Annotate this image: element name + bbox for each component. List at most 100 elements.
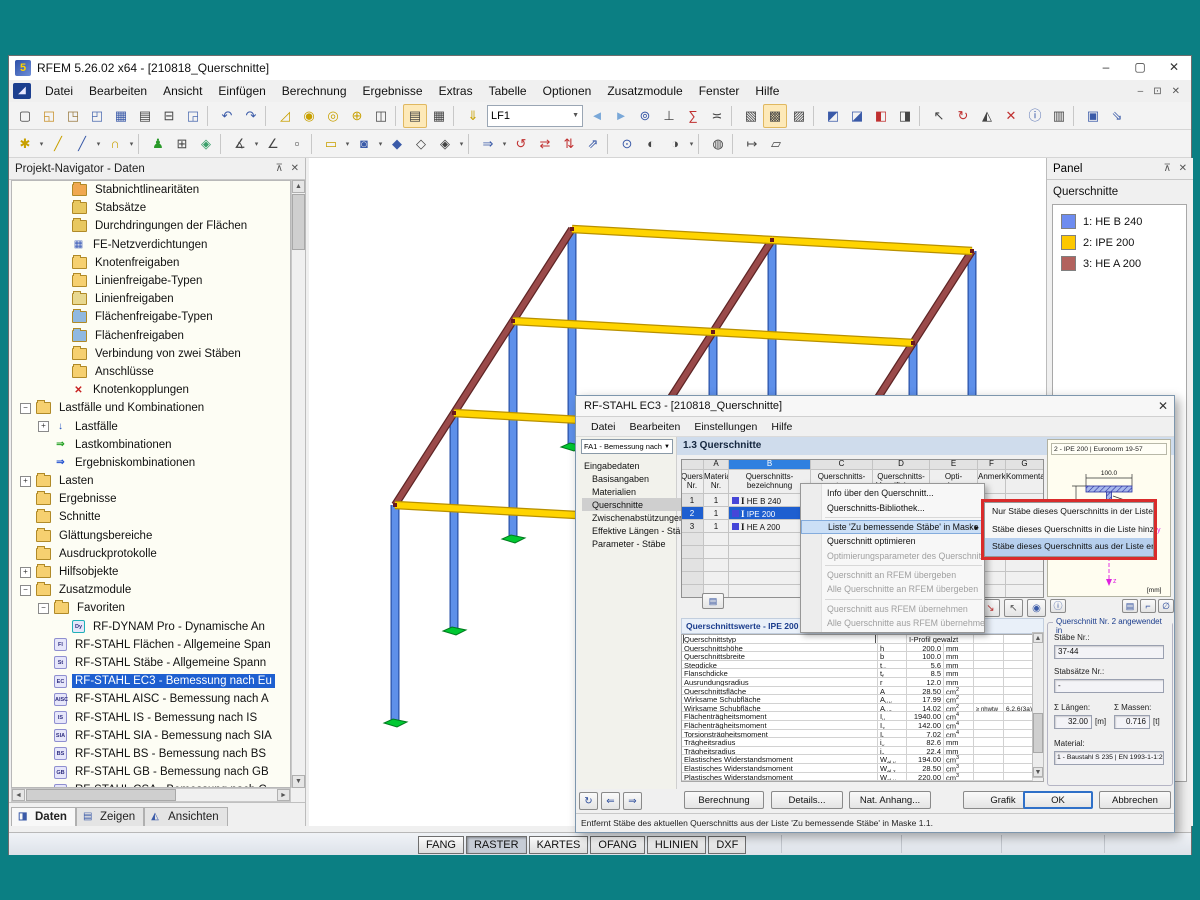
dialog-menu-einstellungen[interactable]: Einstellungen — [687, 419, 764, 435]
nav-item-rf-stahl-ec3-bemessung-nach-eu[interactable]: EC RF-STAHL EC3 - Bemessung nach Eu — [12, 672, 290, 690]
pick-members-icon[interactable]: ↖ — [1004, 599, 1023, 617]
nav-item-verbindung-von-zwei-stäben[interactable]: Verbindung von zwei Stäben — [12, 345, 290, 363]
partial-view-icon[interactable]: ◐ — [639, 132, 663, 156]
national-annex-button[interactable]: Nat. Anhang... — [849, 791, 931, 809]
show-tables-icon[interactable]: ▤ — [403, 103, 427, 128]
menu-zusatzmodule[interactable]: Zusatzmodule — [599, 81, 690, 101]
nav-item-lastfälle[interactable]: + ↓ Lastfälle — [12, 417, 290, 435]
print-graphic-button[interactable]: ▤ — [1122, 599, 1138, 613]
empty-cell[interactable] — [1006, 585, 1044, 598]
column-letter-B[interactable]: B — [729, 459, 811, 470]
new-block-icon[interactable]: ◇ — [409, 132, 433, 156]
dropdown-arrow-icon[interactable]: ▾ — [687, 140, 696, 148]
snap-toggle-kartes[interactable]: KARTES — [528, 836, 589, 854]
dimensions-button[interactable]: ⌐ — [1140, 599, 1156, 613]
new-file-icon[interactable]: ▢ — [13, 104, 37, 128]
edge-beam-member[interactable] — [710, 238, 775, 334]
nav-item-hilfsobjekte[interactable]: + Hilfsobjekte — [12, 563, 290, 581]
project-icon[interactable]: ◨ — [893, 104, 917, 128]
dialog-nav-parameter-stäbe[interactable]: Parameter - Stäbe — [582, 537, 692, 550]
empty-cell[interactable] — [681, 572, 704, 585]
nav-item-rf-stahl-gb-bemessung-nach-gb[interactable]: GB RF-STAHL GB - Bemessung nach GB — [12, 763, 290, 781]
close-icon[interactable]: ✕ — [1157, 56, 1191, 78]
dropdown-arrow-icon[interactable]: ▾ — [252, 140, 261, 148]
menu-hilfe[interactable]: Hilfe — [747, 81, 787, 101]
column-letter-A[interactable]: A — [704, 459, 729, 470]
column-letter-D[interactable]: D — [873, 459, 930, 470]
save-icon[interactable]: ▦ — [109, 104, 133, 128]
pin-icon[interactable]: ⊼ — [1164, 158, 1171, 180]
table-cell-mat[interactable]: 1 — [704, 520, 729, 533]
menu-extras[interactable]: Extras — [431, 81, 481, 101]
table-cell-name[interactable]: I HE B 240 — [729, 494, 811, 507]
support-icon[interactable] — [441, 626, 468, 636]
nav-item-lastfälle-und-kombinationen[interactable]: − Lastfälle und Kombinationen — [12, 399, 290, 417]
navigator-close-icon[interactable]: ✕ — [291, 158, 299, 180]
submenu-item[interactable]: Nur Stäbe dieses Querschnitts in der Lis… — [985, 503, 1153, 521]
menu-ergebnisse[interactable]: Ergebnisse — [355, 81, 431, 101]
move-members-icon[interactable]: ⇒ — [476, 132, 500, 156]
new-opening-icon[interactable]: ◙ — [352, 132, 376, 156]
navigator-tab-zeigen[interactable]: ▤ Zeigen — [75, 807, 145, 826]
node-marker[interactable] — [393, 503, 397, 507]
context-menu-item[interactable]: Querschnitt aus RFEM übernehmen — [801, 602, 984, 616]
guide-lines-icon[interactable]: ▫ — [285, 132, 309, 156]
context-menu-item[interactable]: Querschnitt optimieren — [801, 534, 984, 548]
load-case-icon[interactable]: ⇓ — [461, 104, 485, 128]
generate-model-icon[interactable]: ◍ — [706, 132, 730, 156]
nav-item-ergebniskombinationen[interactable]: ⇒ Ergebniskombinationen — [12, 454, 290, 472]
edge-beam-member[interactable] — [392, 411, 457, 507]
scroll-right-icon[interactable]: ► — [277, 789, 290, 801]
dropdown-arrow-icon[interactable]: ▾ — [127, 140, 136, 148]
table-cell-name[interactable]: I HE A 200 — [729, 520, 811, 533]
navigator-hscrollbar[interactable]: ◄ ► — [11, 788, 291, 802]
comment-icon[interactable]: ∠ — [261, 132, 285, 156]
clipboard-icon[interactable]: ▤ — [133, 104, 157, 128]
dialog-nav-zwischenabstützungen[interactable]: Zwischenabstützungen — [582, 511, 692, 524]
new-solid-icon[interactable]: ◆ — [385, 132, 409, 156]
show-values-icon[interactable]: ≍ — [705, 104, 729, 128]
stress-points-button[interactable]: ∅ — [1158, 599, 1174, 613]
zoom-window-icon[interactable]: ◿ — [273, 104, 297, 128]
scroll-left-icon[interactable]: ◄ — [12, 789, 25, 801]
legend-item[interactable]: 3: HE A 200 — [1053, 253, 1186, 274]
open-file-icon[interactable]: ◱ — [37, 104, 61, 128]
mdi-close-icon[interactable]: ✕ — [1167, 86, 1185, 97]
node-marker[interactable] — [711, 330, 715, 334]
mirror-icon[interactable]: ◧ — [869, 104, 893, 128]
snap-toggle-ofang[interactable]: OFANG — [590, 836, 645, 854]
edge-beam-member[interactable] — [451, 319, 516, 415]
context-menu-item[interactable]: Alle Querschnitte aus RFEM übernehmen — [801, 616, 984, 630]
node-marker[interactable] — [911, 341, 915, 345]
dropdown-arrow-icon[interactable]: ▾ — [343, 140, 352, 148]
navigator-tab-ansichten[interactable]: ◭ Ansichten — [144, 807, 228, 826]
scroll-up-icon[interactable]: ▲ — [292, 180, 305, 193]
expand-icon[interactable]: + — [20, 475, 31, 487]
table-cell-name[interactable]: I IPE 200 — [729, 507, 811, 520]
visibility-icon[interactable]: ⊙ — [615, 132, 639, 156]
dialog-nav-materialien[interactable]: Materialien — [582, 485, 692, 498]
scroll-thumb[interactable] — [1033, 713, 1043, 753]
context-menu-item[interactable]: Querschnitt an RFEM übergeben — [801, 568, 984, 582]
collapse-icon[interactable]: − — [38, 602, 49, 614]
menu-ansicht[interactable]: Ansicht — [155, 81, 210, 101]
submenu-item[interactable]: Stäb­e dieses Querschnitts aus der Liste… — [985, 538, 1153, 556]
scroll-down-icon[interactable]: ▼ — [1033, 767, 1043, 777]
node-marker[interactable] — [511, 319, 515, 323]
mdi-restore-icon[interactable]: ⊡ — [1148, 86, 1166, 97]
nav-item-zusatzmodule[interactable]: − Zusatzmodule — [12, 581, 290, 599]
printout-report-icon[interactable]: ▥ — [1047, 104, 1071, 128]
dialog-menu-datei[interactable]: Datei — [584, 419, 623, 435]
load-case-combo[interactable]: LF1 ▼ — [487, 104, 583, 127]
move-copy-icon[interactable]: ◩ — [821, 104, 845, 128]
nav-item-flächenfreigabe-typen[interactable]: Flächenfreigabe-Typen — [12, 308, 290, 326]
table-config-icon[interactable]: ▦ — [427, 104, 451, 128]
nav-item-anschlüsse[interactable]: Anschlüsse — [12, 363, 290, 381]
menu-fenster[interactable]: Fenster — [691, 81, 748, 101]
context-menu-item[interactable]: Info über den Querschnitt... — [801, 486, 984, 500]
clipping-planes-icon[interactable]: ◑ — [663, 132, 687, 156]
node-marker[interactable] — [770, 238, 774, 242]
dialog-nav-basisangaben[interactable]: Basisangaben — [582, 472, 692, 485]
menu-tabelle[interactable]: Tabelle — [481, 81, 535, 101]
next-load-case-icon[interactable]: ► — [609, 104, 633, 128]
